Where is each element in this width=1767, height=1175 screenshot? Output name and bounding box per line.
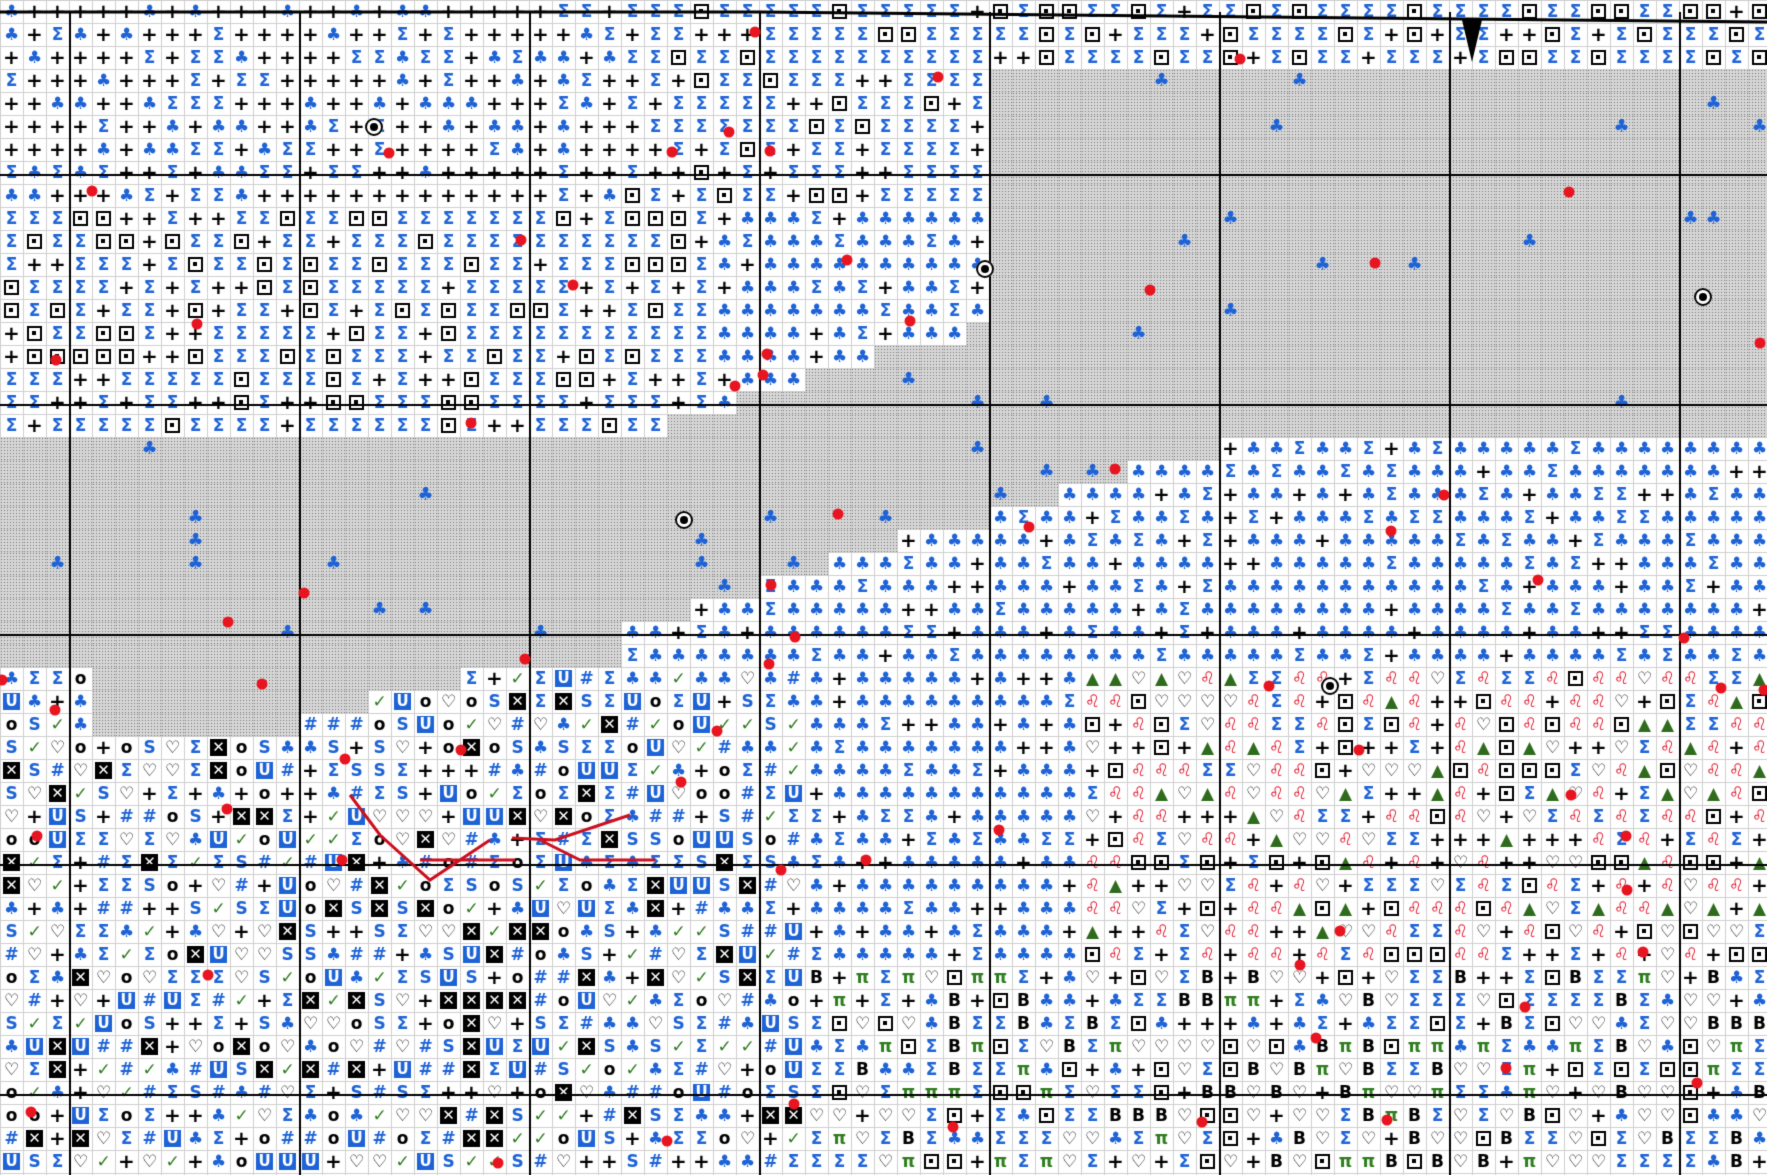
cross-stitch-pattern-canvas [0,0,1767,1175]
